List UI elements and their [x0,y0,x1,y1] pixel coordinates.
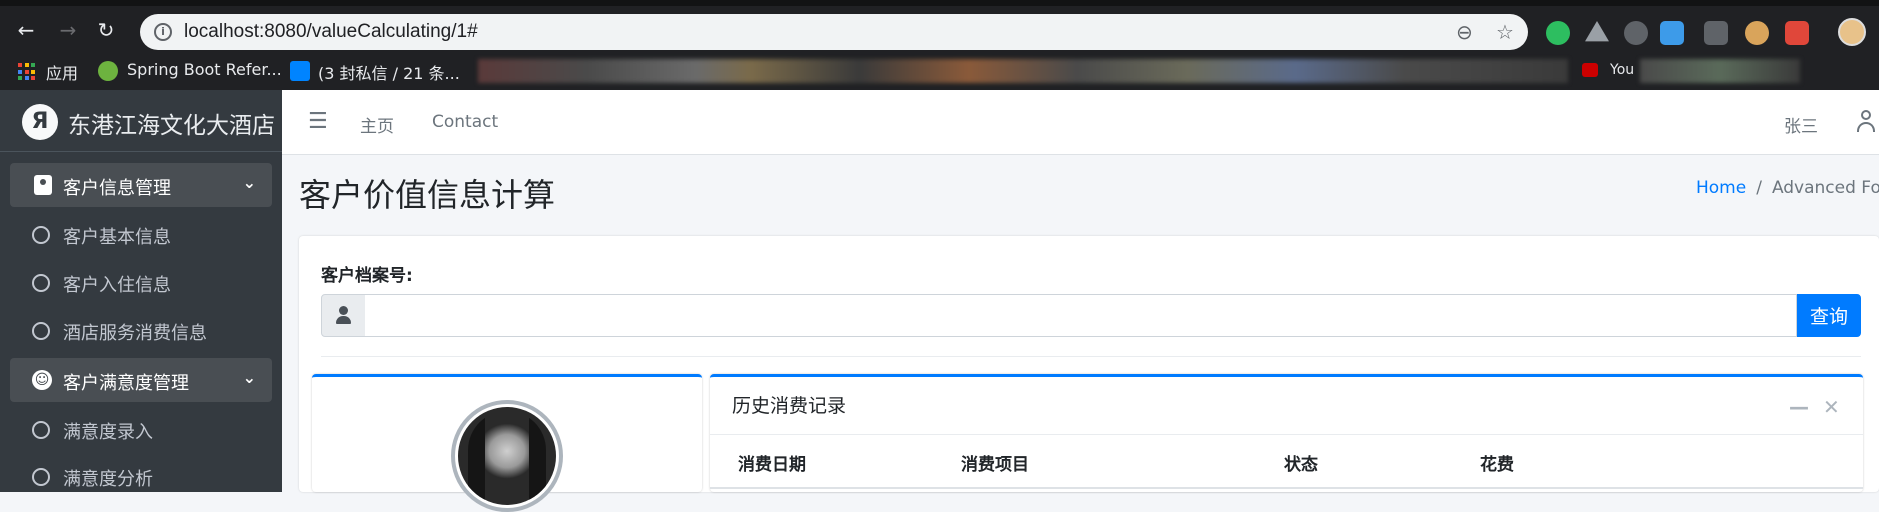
sidebar-item-label: 满意度录入 [63,422,153,443]
circle-icon [32,226,50,244]
query-button[interactable]: 查询 [1797,294,1861,337]
sidebar-item-label: 酒店服务消费信息 [63,323,207,344]
back-icon[interactable]: ← [12,16,40,44]
nav-link-contact[interactable]: Contact [432,112,498,132]
url-text[interactable]: localhost:8080/valueCalculating/1# [184,21,478,43]
extension-icon[interactable] [1624,21,1648,45]
archive-number-label: 客户档案号: [321,266,413,286]
forward-icon[interactable]: → [54,16,82,44]
zoom-icon[interactable]: ⊖ [1456,20,1473,44]
history-card-title: 历史消费记录 [732,395,847,417]
youtube-icon [1582,63,1598,77]
customer-avatar [451,400,563,512]
chevron-down-icon: ⌄ [242,173,256,192]
circle-icon [32,322,50,340]
spring-leaf-icon [98,61,118,81]
cookie-extension-icon[interactable] [1745,21,1769,45]
brand[interactable]: Я 东港江海文化大酒店 [0,90,282,152]
evernote-extension-icon[interactable] [1546,21,1570,45]
bookmarks-bar: 应用 Spring Boot Refer... (3 封私信 / 21 条...… [0,52,1879,90]
profile-avatar[interactable] [1838,18,1866,46]
smile-icon: ☺ [32,370,52,390]
bookmark-apps[interactable]: 应用 [46,60,78,84]
nav-link-home[interactable]: 主页 [360,112,394,137]
apps-icon[interactable] [18,63,36,81]
chevron-down-icon: ⌄ [242,368,256,387]
blurred-bookmarks [1640,59,1800,83]
sidebar-item-label: 客户入住信息 [63,275,171,296]
sidebar-item-label: 客户信息管理 [63,178,171,199]
bookmark-star-icon[interactable]: ☆ [1496,20,1514,44]
id-card-icon [34,175,52,195]
breadcrumb-home[interactable]: Home [1696,178,1746,198]
column-header-date: 消费日期 [738,455,806,475]
sidebar-item-customer-basic[interactable]: 客户基本信息 [10,212,272,256]
bookmark-zhihu[interactable]: (3 封私信 / 21 条... [318,60,460,84]
sidebar-item-satisfaction-entry[interactable]: 满意度录入 [10,407,272,451]
column-header-cost: 花费 [1480,455,1514,475]
sidebar-item-satisfaction[interactable]: ☺ 客户满意度管理 ⌄ [10,358,272,402]
user-icon[interactable] [1856,110,1876,134]
extension-icon[interactable] [1785,21,1809,45]
extension-icon[interactable] [1660,21,1684,45]
brand-logo-icon: Я [22,104,58,140]
top-navbar: ☰ 主页 Contact 张三 [282,90,1879,155]
site-info-icon[interactable]: i [154,23,172,41]
divider [321,356,1861,357]
breadcrumb: Home / Advanced Form [1696,178,1879,198]
bookmark-spring-boot[interactable]: Spring Boot Refer... [127,60,282,79]
reload-icon[interactable]: ↻ [92,16,120,44]
archive-number-input[interactable] [365,294,1797,337]
user-icon [321,294,366,337]
sidebar-item-hotel-consumption[interactable]: 酒店服务消费信息 [10,308,272,352]
circle-icon [32,274,50,292]
sidebar: Я 东港江海文化大酒店 客户信息管理 ⌄ 客户基本信息 客户入住信息 酒店服务消… [0,90,282,492]
column-header-item: 消费项目 [961,455,1029,475]
sidebar-item-label: 客户满意度管理 [63,373,189,394]
browser-toolbar: ← → ↻ i localhost:8080/valueCalculating/… [0,0,1879,52]
breadcrumb-separator: / [1756,178,1762,198]
sidebar-item-label: 客户基本信息 [63,227,171,248]
page-title: 客户价值信息计算 [299,176,556,214]
zhihu-icon [290,61,310,81]
minimize-icon[interactable]: — [1789,395,1809,419]
blurred-bookmarks [478,59,1568,83]
nav-user-name[interactable]: 张三 [1784,112,1818,137]
brand-text: 东港江海文化大酒店 [68,113,275,139]
address-bar[interactable]: i localhost:8080/valueCalculating/1# ⊖ ☆ [140,14,1528,50]
column-header-status: 状态 [1284,455,1318,475]
sidebar-item-customer-checkin[interactable]: 客户入住信息 [10,260,272,304]
circle-icon [32,468,50,486]
extension-icon[interactable] [1704,21,1728,45]
sidebar-item-satisfaction-analysis[interactable]: 满意度分析 [10,454,272,498]
breadcrumb-current: Advanced Form [1771,178,1879,198]
card-header-divider [710,434,1863,435]
bookmark-youtube[interactable]: You [1610,62,1634,78]
sidebar-item-label: 满意度分析 [63,469,153,490]
drive-extension-icon[interactable] [1585,21,1609,42]
menu-toggle-icon[interactable]: ☰ [308,109,328,134]
table-header-line [710,487,1863,489]
circle-icon [32,421,50,439]
close-icon[interactable]: ✕ [1823,395,1840,419]
sidebar-item-customer-info[interactable]: 客户信息管理 ⌄ [10,163,272,207]
